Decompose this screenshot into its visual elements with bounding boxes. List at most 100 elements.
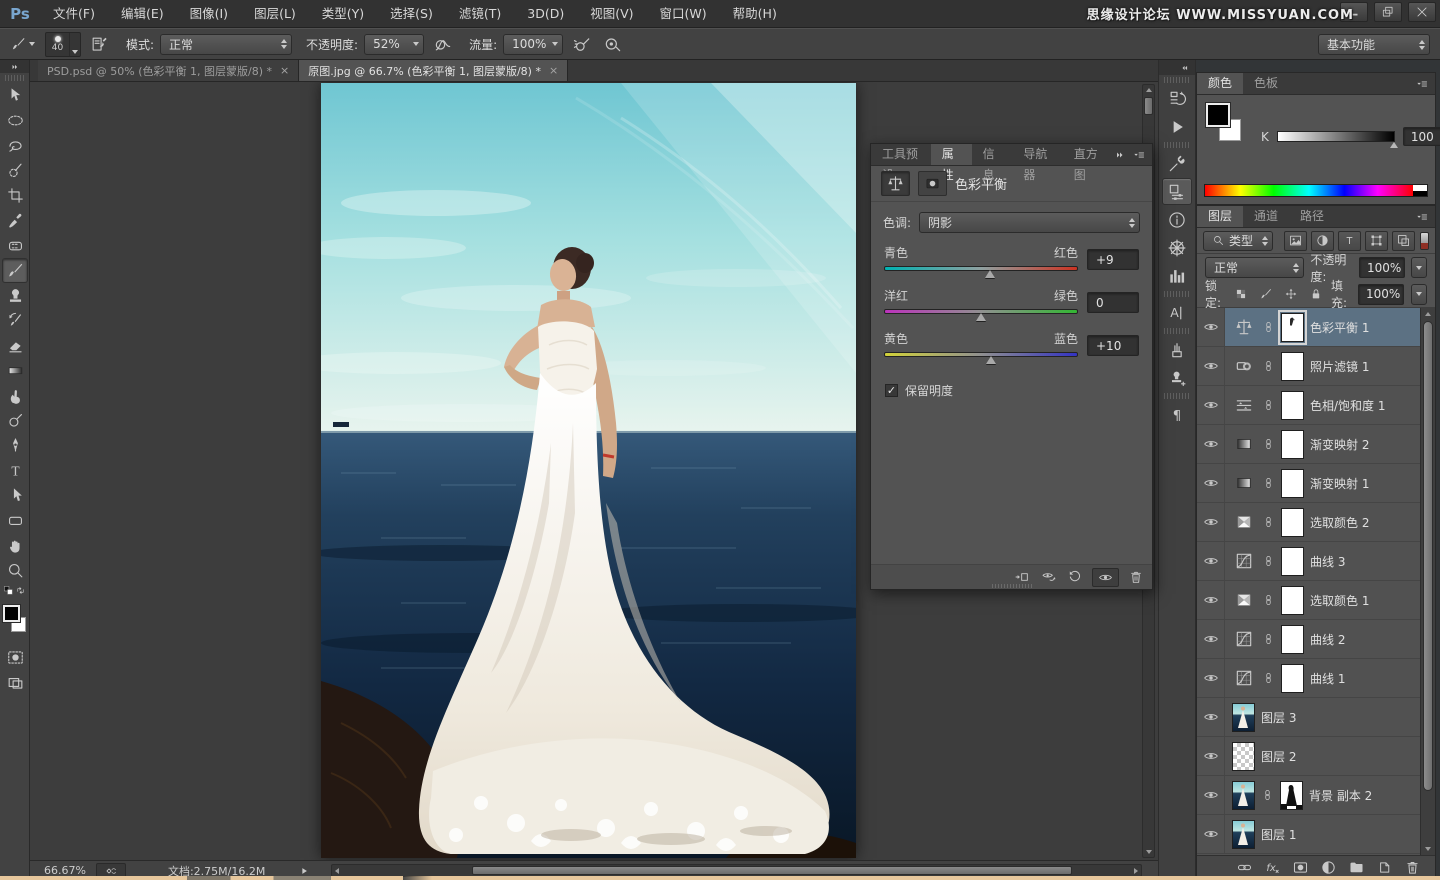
color-spectrum-bar[interactable] (1204, 184, 1428, 197)
brush-tool-preset-icon[interactable] (10, 32, 35, 56)
layer-thumbnail[interactable] (1232, 741, 1255, 771)
menu-item[interactable]: 选择(S) (377, 0, 446, 28)
menu-item[interactable]: 3D(D) (514, 0, 577, 28)
filter-fadj-button[interactable] (1311, 230, 1335, 251)
adjustment-selcolor-icon[interactable] (1232, 512, 1256, 532)
mask-link-icon[interactable] (1262, 395, 1275, 415)
properties-panel-tab[interactable]: 工具预设 (871, 144, 931, 182)
new-layer-button[interactable] (1376, 859, 1393, 876)
shape-tool[interactable] (2, 508, 28, 533)
layer-row[interactable]: 曲线 1 (1197, 659, 1420, 698)
layer-row[interactable]: 背景 副本 2 (1197, 776, 1420, 815)
adjustment-scales-icon[interactable] (1232, 317, 1256, 337)
layer-row[interactable]: 图层 2 (1197, 737, 1420, 776)
layer-row[interactable]: 选取颜色 1 (1197, 581, 1420, 620)
menu-item[interactable]: 编辑(E) (108, 0, 177, 28)
new-adjustment-layer-button[interactable] (1320, 859, 1337, 876)
menu-item[interactable]: 滤镜(T) (446, 0, 514, 28)
dock-expand-icon[interactable] (1159, 60, 1195, 75)
layers-panel-tab[interactable]: 路径 (1289, 206, 1335, 227)
dock-clonesource-icon[interactable] (1162, 364, 1192, 391)
dock-navigator-icon[interactable] (1162, 234, 1192, 261)
slider-value[interactable]: +10 (1087, 335, 1139, 356)
layer-row[interactable]: 选取颜色 2 (1197, 503, 1420, 542)
mask-link-icon[interactable] (1262, 629, 1275, 649)
layer-row[interactable]: 照片滤镜 1 (1197, 347, 1420, 386)
pen-tool[interactable] (2, 433, 28, 458)
default-colors-icon[interactable] (3, 585, 14, 596)
brush-button[interactable] (1257, 286, 1274, 303)
adjustment-photofilter-icon[interactable] (1232, 356, 1256, 376)
filter-fshape-button[interactable] (1365, 230, 1389, 251)
layer-visibility-toggle[interactable] (1197, 815, 1225, 853)
new-group-button[interactable] (1348, 859, 1365, 876)
k-channel-value[interactable]: 100 (1402, 127, 1440, 146)
layer-visibility-toggle[interactable] (1197, 503, 1225, 541)
mask-link-icon[interactable] (1262, 473, 1275, 493)
properties-panel-tab[interactable]: 信息 (972, 144, 1013, 182)
dock-gripper[interactable] (1164, 328, 1190, 334)
properties-panel-tab[interactable]: 直方图 (1063, 144, 1113, 182)
mask-link-icon[interactable] (1262, 512, 1275, 532)
toggle-brush-panel-icon[interactable] (87, 32, 112, 56)
dock-gripper[interactable] (1164, 393, 1190, 399)
menu-item[interactable]: 窗口(W) (647, 0, 720, 28)
healing-patch-tool[interactable] (2, 233, 28, 258)
layer-thumbnail[interactable] (1232, 702, 1255, 732)
toolstrip-gripper[interactable] (5, 75, 24, 81)
scroll-up-arrow[interactable] (1146, 88, 1152, 92)
layer-row[interactable]: 色相/饱和度 1 (1197, 386, 1420, 425)
layer-visibility-toggle[interactable] (1197, 542, 1225, 580)
color-panel-menu-icon[interactable] (1414, 73, 1435, 94)
color-panel-tab[interactable]: 色板 (1243, 73, 1289, 94)
workspace-select[interactable]: 基本功能 (1318, 34, 1430, 55)
pressure-opacity-icon[interactable] (430, 32, 455, 56)
swap-colors-icon[interactable] (15, 585, 26, 596)
screen-mode-icon[interactable] (2, 670, 28, 695)
blend-mode-select[interactable]: 正常 (160, 33, 293, 55)
quick-mask-icon[interactable] (2, 645, 28, 670)
adjustment-gradmap-icon[interactable] (1232, 473, 1256, 493)
layer-row[interactable]: 渐变映射 2 (1197, 425, 1420, 464)
add-layer-mask-button[interactable] (1292, 859, 1309, 876)
document-tab[interactable]: PSD.psd @ 50% (色彩平衡 1, 图层蒙版/8) * × (38, 60, 300, 81)
lockchecker-button[interactable] (1232, 286, 1249, 303)
layer-mask-thumbnail[interactable] (1281, 351, 1304, 381)
layer-mask-thumbnail[interactable] (1281, 390, 1304, 420)
flow-select[interactable]: 100% (503, 33, 564, 55)
gradient-tool[interactable] (2, 358, 28, 383)
layer-fill-value[interactable]: 100% (1358, 283, 1404, 305)
close-tab-icon[interactable]: × (280, 64, 289, 77)
menu-item[interactable]: 视图(V) (577, 0, 646, 28)
vertical-scroll-thumb[interactable] (1144, 97, 1153, 115)
properties-panel-tab[interactable]: 属性 (930, 144, 972, 182)
lasso-tool[interactable] (2, 133, 28, 158)
layer-visibility-toggle[interactable] (1197, 425, 1225, 463)
dock-charstyles-icon[interactable]: A (1162, 299, 1192, 326)
slider-value[interactable]: +9 (1087, 249, 1139, 270)
crop-tool[interactable] (2, 183, 28, 208)
layer-visibility-toggle[interactable] (1197, 659, 1225, 697)
layer-opacity-value[interactable]: 100% (1359, 257, 1405, 278)
type-tool[interactable]: T (2, 458, 28, 483)
canvas-photo[interactable] (291, 83, 881, 858)
dock-gripper[interactable] (1164, 291, 1190, 297)
slider-thumb[interactable] (984, 270, 995, 278)
slider-thumb[interactable] (976, 313, 986, 321)
mask-link-icon[interactable] (1262, 356, 1275, 376)
adjustment-curves-icon[interactable] (1232, 668, 1256, 688)
layers-panel-menu-icon[interactable] (1414, 206, 1435, 227)
brush-tool[interactable] (2, 258, 28, 283)
color-panel-tab[interactable]: 颜色 (1197, 73, 1244, 94)
panel-collapse-icon[interactable] (1113, 149, 1127, 161)
layer-mask-thumbnail[interactable] (1278, 309, 1307, 345)
layer-mask-thumbnail[interactable] (1281, 468, 1304, 498)
layer-visibility-toggle[interactable] (1197, 698, 1225, 736)
filter-fpixel-button[interactable] (1284, 230, 1308, 251)
toolstrip-collapse-icon[interactable] (0, 60, 29, 73)
layer-visibility-toggle[interactable] (1197, 464, 1225, 502)
dock-toolpresets-icon[interactable] (1162, 150, 1192, 177)
layer-blend-mode-select[interactable]: 正常 (1205, 257, 1305, 278)
layer-mask-thumbnail[interactable] (1281, 663, 1304, 693)
brush-size-picker[interactable]: 40 (45, 31, 81, 57)
